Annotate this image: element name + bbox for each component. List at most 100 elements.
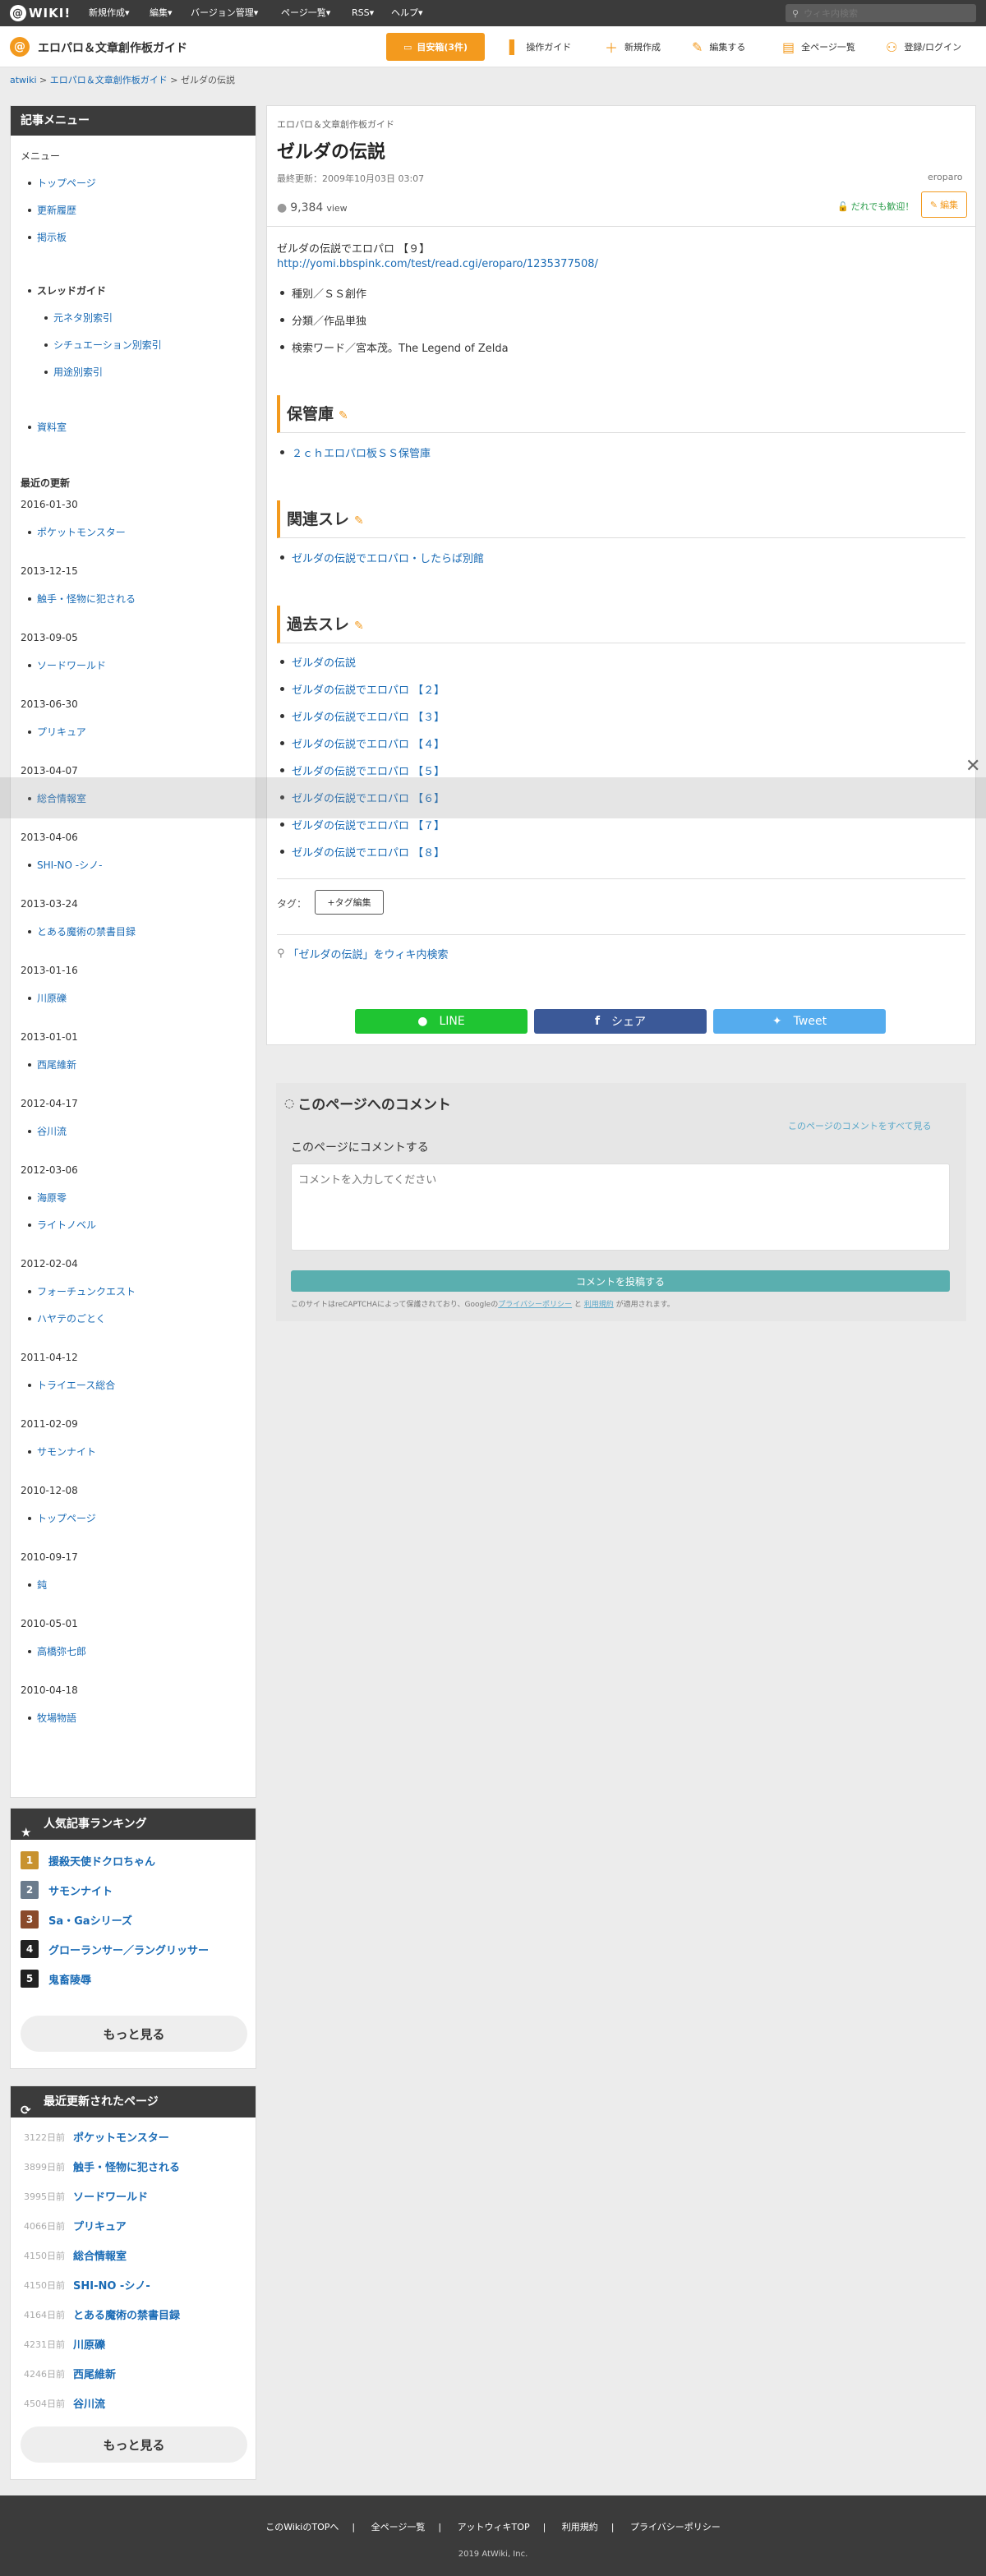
search-icon: ⚲ [277,947,285,960]
intro-link[interactable]: http://yomi.bbspink.com/test/read.cgi/er… [277,258,598,270]
global-topbar: @ WIKI! 新規作成▾ 編集▾ バージョン管理▾ ページ一覧▾ RSS▾ ヘル… [0,0,986,26]
recent-item[interactable]: トップページ [28,1511,96,1525]
menu-pages[interactable]: ページ一覧▾ [281,0,330,26]
menu-rss[interactable]: RSS▾ [352,0,374,26]
recent-item[interactable]: ハヤテのごとく [28,1311,106,1325]
past-thread-link[interactable]: ゼルダの伝説でエロパロ 【２】 [279,681,445,697]
recent-page-item[interactable]: 4150日前 SHI-NO -シノ- [24,2277,150,2293]
recent-item[interactable]: 谷川流 [27,1124,67,1138]
sidebar-item-history[interactable]: 更新履歴 [27,203,76,217]
past-thread-link[interactable]: ゼルダの伝説でエロパロ 【７】 [279,817,445,832]
sidebar-item-situation-index[interactable]: シチュエーション別索引 [44,338,162,352]
ranking-item[interactable]: 1 援殺天使ドクロちゃん [21,1851,155,1869]
section-archive-title: 保管庫 [287,405,334,423]
ranking-item[interactable]: 4 グローランサー／ラングリッサー [21,1940,209,1958]
tag-edit-button[interactable]: +タグ編集 [315,890,384,915]
recent-item[interactable]: プリキュア [28,725,86,739]
share-facebook-button[interactable]: f シェア [534,1009,707,1034]
recent-item[interactable]: 海原零 [27,1191,67,1205]
ranking-item[interactable]: 5 鬼畜陵辱 [21,1970,91,1988]
recent-item[interactable]: ソードワールド [27,658,106,672]
nav-new[interactable]: ＋ 新規作成 [605,26,661,67]
privacy-link[interactable]: プライバシーポリシー [498,1301,572,1309]
recent-page-item[interactable]: 4164日前 とある魔術の禁書目録 [24,2306,181,2323]
footer-link-atwiki-top[interactable]: アットウィキTOP [458,2522,530,2532]
menu-help[interactable]: ヘルプ▾ [391,0,423,26]
breadcrumb-atwiki[interactable]: atwiki [10,75,37,85]
recent-item[interactable]: フォーチュンクエスト [27,1284,136,1298]
recent-item[interactable]: 西尾維新 [27,1058,76,1071]
nav-guide[interactable]: ▌ 操作ガイド [509,26,571,67]
recent-page-title: とある魔術の禁書目録 [73,2310,181,2322]
share-line-button[interactable]: ● LINE [355,1009,528,1034]
recent-item[interactable]: 牧場物語 [27,1711,76,1725]
pencil-icon[interactable]: ✎ [354,620,364,633]
site-logo-icon[interactable]: @ [10,37,30,57]
footer-link-top[interactable]: このWikiのTOPへ [265,2522,339,2532]
see-all-comments-link[interactable]: このページのコメントをすべて見る [788,1119,932,1132]
atwiki-logo[interactable]: @ WIKI! [10,4,71,22]
footer-link-privacy[interactable]: プライバシーポリシー [630,2522,721,2532]
recent-page-item[interactable]: 4231日前 川原礫 [24,2336,105,2353]
wiki-search-link[interactable]: ⚲ 「ゼルダの伝説」をウィキ内検索 [277,946,449,961]
recent-page-item[interactable]: 4504日前 谷川流 [24,2395,105,2412]
footer-link-terms[interactable]: 利用規約 [562,2522,598,2532]
recent-item[interactable]: トライエース総合 [27,1378,115,1392]
sidebar-item-data[interactable]: 資料室 [27,420,67,434]
recent-item[interactable]: 高橋弥七郎 [27,1644,86,1658]
wiki-search-input[interactable] [804,7,961,19]
past-thread-link[interactable]: ゼルダの伝説 [279,654,356,670]
ranking-more-button[interactable]: もっと見る [21,2016,247,2052]
recent-date: 2012-03-06 [21,1164,78,1176]
ranking-item[interactable]: 2 サモンナイト [21,1881,113,1899]
sidebar-item-top[interactable]: トップページ [28,176,96,190]
submit-comment-button[interactable]: コメントを投稿する [291,1270,950,1292]
recent-item[interactable]: 鈍 [27,1578,47,1592]
nav-all-pages[interactable]: ▤ 全ページ一覧 [782,26,855,67]
past-thread-link[interactable]: ゼルダの伝説でエロパロ 【８】 [279,844,445,859]
pencil-icon[interactable]: ✎ [354,514,364,528]
nav-edit[interactable]: ✎ 編集する [692,26,745,67]
nav-all-pages-label: 全ページ一覧 [801,42,855,53]
ranking-item[interactable]: 3 Sa・Gaシリーズ [21,1910,132,1929]
menu-version[interactable]: バージョン管理▾ [191,0,258,26]
rank-title: グローランサー／ラングリッサー [48,1944,210,1957]
recent-item[interactable]: 触手・怪物に犯される [27,592,136,606]
recent-page-item[interactable]: 3122日前 ポケットモンスター [24,2129,169,2145]
sidebar-item-source-index[interactable]: 元ネタ別索引 [44,311,113,325]
recent-pages-title: 最近更新されたページ [44,2095,159,2108]
recent-item[interactable]: ポケットモンスター [28,525,126,539]
pencil-icon[interactable]: ✎ [339,409,348,422]
recent-item[interactable]: とある魔術の禁書目録 [27,924,136,938]
recent-page-item[interactable]: 3995日前 ソードワールド [24,2188,148,2205]
past-thread-link[interactable]: ゼルダの伝説でエロパロ 【５】 [279,763,445,778]
terms-link[interactable]: 利用規約 [584,1301,614,1309]
site-title[interactable]: エロパロ＆文章創作板ガイド [38,39,187,56]
sidebar-item-board[interactable]: 掲示板 [27,230,67,244]
archive-link[interactable]: ２ｃｈエロパロ板ＳＳ保管庫 [279,445,431,460]
recent-item[interactable]: サモンナイト [27,1445,96,1459]
comment-textarea[interactable] [291,1164,950,1251]
footer-link-all-pages[interactable]: 全ページ一覧 [371,2522,426,2532]
recent-more-button[interactable]: もっと見る [21,2426,247,2463]
related-link[interactable]: ゼルダの伝説でエロパロ・したらば別館 [279,550,484,565]
menu-new[interactable]: 新規作成▾ [89,0,130,26]
recent-item[interactable]: ライトノベル [27,1218,96,1232]
edit-button[interactable]: ✎ 編集 [921,191,967,218]
recent-item[interactable]: SHI-NO -シノ- [27,858,102,872]
share-twitter-button[interactable]: ✦ Tweet [713,1009,886,1034]
nav-login[interactable]: ⚇ 登録/ログイン [886,26,961,67]
close-icon[interactable]: ✕ [965,756,980,776]
recent-page-item[interactable]: 3899日前 触手・怪物に犯される [24,2159,180,2175]
past-thread-link[interactable]: ゼルダの伝説でエロパロ 【４】 [279,735,445,751]
past-thread-link[interactable]: ゼルダの伝説でエロパロ 【３】 [279,708,445,724]
recent-page-item[interactable]: 4246日前 西尾維新 [24,2366,116,2382]
menu-edit[interactable]: 編集▾ [150,0,173,26]
suggestion-box-button[interactable]: ▭ 目安箱(3件) [386,33,485,61]
recent-item[interactable]: 川原礫 [27,991,67,1005]
breadcrumb-site[interactable]: エロパロ＆文章創作板ガイド [50,75,168,85]
recent-page-item[interactable]: 4066日前 プリキュア [24,2218,127,2234]
author: eroparo [928,172,963,182]
recent-page-item[interactable]: 4150日前 総合情報室 [24,2247,127,2264]
sidebar-item-usage-index[interactable]: 用途別索引 [44,365,103,379]
